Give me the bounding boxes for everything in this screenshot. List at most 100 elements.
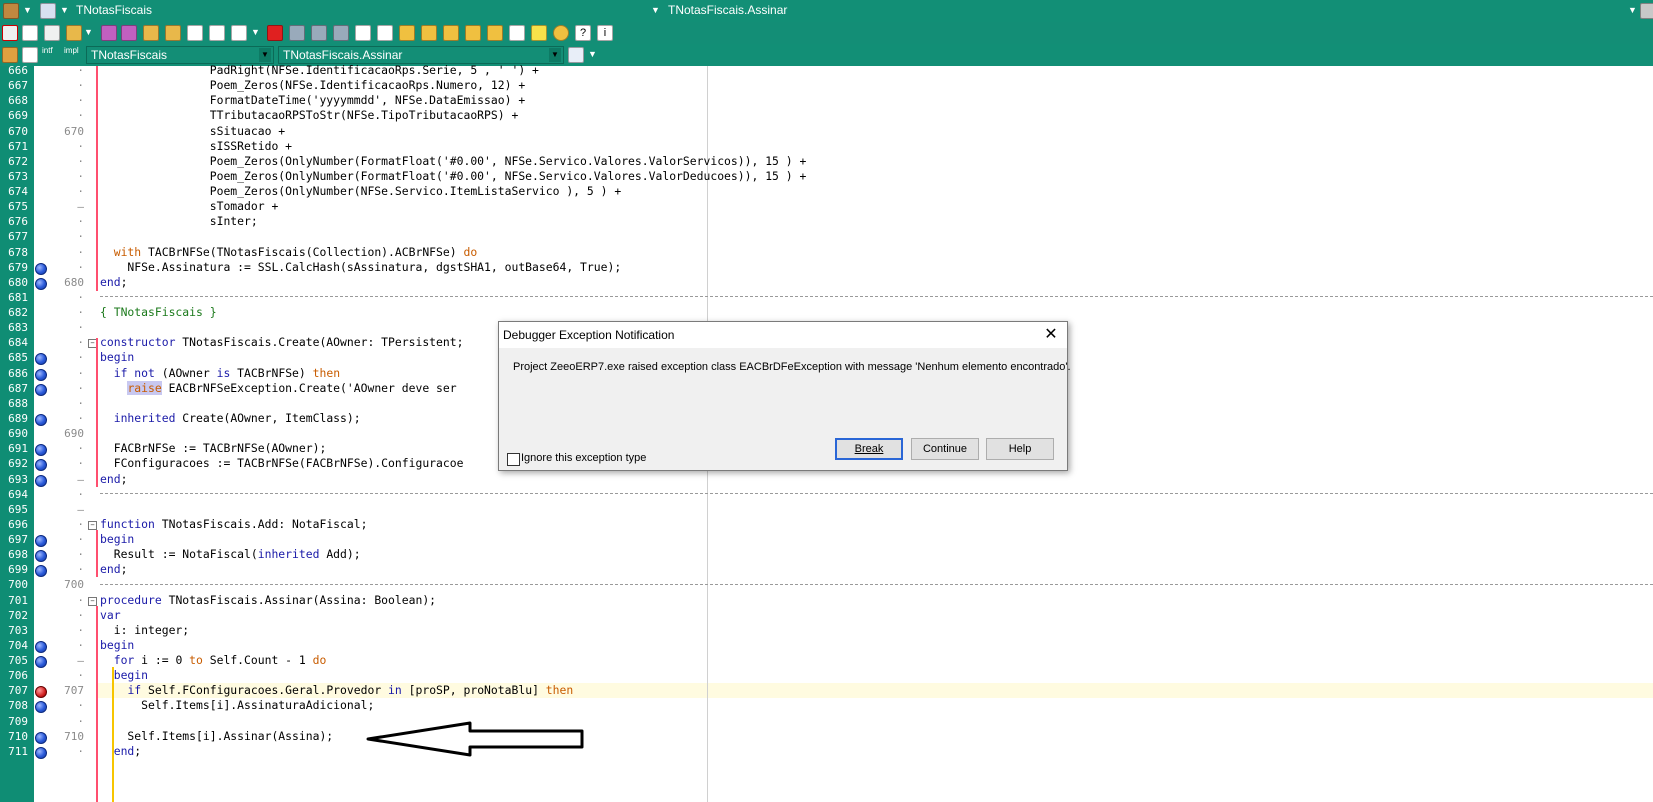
code-line[interactable]: Self.Items[i].Assinar(Assina); xyxy=(100,729,333,744)
code-line[interactable]: raise EACBrNFSeException.Create('AOwner … xyxy=(100,380,457,396)
fold-toggle-icon[interactable]: − xyxy=(88,596,97,606)
help-icon[interactable]: ? xyxy=(575,25,591,41)
code-line[interactable]: end; xyxy=(100,562,127,577)
inspect-icon[interactable] xyxy=(399,25,415,41)
chevron-down-icon[interactable]: ▼ xyxy=(23,5,32,15)
window-icon[interactable] xyxy=(40,3,56,19)
ignore-exception-checkbox[interactable] xyxy=(507,453,520,466)
breakpoint-icon[interactable] xyxy=(35,262,47,275)
class-combo[interactable]: TNotasFiscais ▼ xyxy=(86,46,274,64)
save-all-icon[interactable] xyxy=(121,25,137,41)
code-line[interactable]: Poem_Zeros(OnlyNumber(FormatFloat('#0.00… xyxy=(100,154,807,169)
code-line[interactable]: TTributacaoRPSToStr(NFSe.TipoTributacaoR… xyxy=(100,108,519,123)
info-icon[interactable]: i xyxy=(597,25,613,41)
breakpoint-icon[interactable] xyxy=(35,656,47,669)
impl-link[interactable]: impl xyxy=(64,46,79,55)
code-line[interactable]: FACBrNFSe := TACBrNFSe(AOwner); xyxy=(100,441,327,456)
new-unit-icon[interactable] xyxy=(44,25,60,41)
code-line[interactable]: end; xyxy=(100,275,127,290)
code-line[interactable]: begin xyxy=(100,638,134,653)
step-icon[interactable] xyxy=(289,25,305,41)
remove-from-project-icon[interactable] xyxy=(209,25,225,41)
close-icon[interactable]: ✕ xyxy=(1041,324,1061,344)
fold-toggle-icon[interactable]: − xyxy=(88,520,97,530)
code-line[interactable]: if not (AOwner is TACBrNFSe) then xyxy=(100,366,340,381)
breakpoint-icon[interactable] xyxy=(35,746,47,759)
code-line[interactable]: begin xyxy=(100,532,134,547)
code-line[interactable]: end; xyxy=(100,472,127,487)
breakpoint-icon[interactable] xyxy=(35,474,47,487)
code-line[interactable]: Self.Items[i].AssinaturaAdicional; xyxy=(100,698,374,713)
breakpoint-icon[interactable] xyxy=(35,383,47,396)
toggle-form-icon[interactable] xyxy=(231,25,247,41)
chevron-down-icon[interactable]: ▼ xyxy=(259,48,271,62)
new-file-icon[interactable] xyxy=(22,25,38,41)
code-line[interactable]: for i := 0 to Self.Count - 1 do xyxy=(100,653,327,668)
code-line[interactable]: i: integer; xyxy=(100,623,189,638)
code-line[interactable]: PadRight(NFSe.IdentificacaoRps.Serie, 5 … xyxy=(100,63,539,78)
tool-icon[interactable] xyxy=(509,25,525,41)
code-line[interactable]: if Self.FConfiguracoes.Geral.Provedor in… xyxy=(100,683,573,698)
breakpoint-icon[interactable] xyxy=(35,640,47,653)
code-line[interactable]: begin xyxy=(100,668,148,683)
code-line[interactable]: Poem_Zeros(NFSe.IdentificacaoRps.Numero,… xyxy=(100,78,525,93)
stop-icon[interactable] xyxy=(267,25,283,41)
code-line[interactable]: Poem_Zeros(OnlyNumber(NFSe.Servico.ItemL… xyxy=(100,184,621,199)
chevron-down-icon[interactable]: ▼ xyxy=(251,27,260,37)
code-line[interactable]: end; xyxy=(100,744,141,759)
chevron-down-icon[interactable]: ▼ xyxy=(84,27,93,37)
code-line[interactable]: FConfiguracoes := TACBrNFSe(FACBrNFSe).C… xyxy=(100,456,464,471)
gear-icon[interactable] xyxy=(553,25,569,41)
code-line[interactable]: var xyxy=(100,608,121,623)
continue-button[interactable]: Continue xyxy=(911,438,979,460)
package-icon[interactable] xyxy=(465,25,481,41)
code-line[interactable]: Poem_Zeros(OnlyNumber(FormatFloat('#0.00… xyxy=(100,169,807,184)
component-icon[interactable] xyxy=(377,25,393,41)
chevron-down-icon[interactable]: ▼ xyxy=(651,5,660,15)
code-line[interactable]: sISSRetido + xyxy=(100,139,292,154)
code-line[interactable]: sSituacao + xyxy=(100,124,285,139)
structure-icon[interactable] xyxy=(22,47,38,63)
code-line[interactable]: NFSe.Assinatura := SSL.CalcHash(sAssinat… xyxy=(100,260,621,275)
code-line[interactable]: sTomador + xyxy=(100,199,279,214)
close-file-icon[interactable] xyxy=(165,25,181,41)
bookmark-icon[interactable] xyxy=(487,25,503,41)
save-icon[interactable] xyxy=(101,25,117,41)
ignore-exception-label[interactable]: Ignore this exception type xyxy=(521,452,646,464)
step-into-icon[interactable] xyxy=(311,25,327,41)
break-button[interactable]: Break xyxy=(835,438,903,460)
code-line[interactable]: sInter; xyxy=(100,214,258,229)
code-line[interactable]: { TNotasFiscais } xyxy=(100,305,217,320)
code-line[interactable]: procedure TNotasFiscais.Assinar(Assina: … xyxy=(100,593,436,608)
help-button[interactable]: Help xyxy=(986,438,1054,460)
code-line[interactable]: begin xyxy=(100,350,134,365)
intf-link[interactable]: intf xyxy=(42,46,53,55)
code-line[interactable]: function TNotasFiscais.Add: NotaFiscal; xyxy=(100,517,367,532)
code-line[interactable]: inherited Create(AOwner, ItemClass); xyxy=(100,411,361,426)
method-combo[interactable]: TNotasFiscais.Assinar ▼ xyxy=(278,46,564,64)
code-line[interactable]: Result := NotaFiscal(inherited Add); xyxy=(100,547,361,562)
breakpoint-icon[interactable] xyxy=(35,368,47,381)
step-over-icon[interactable] xyxy=(333,25,349,41)
breakpoint-icon[interactable] xyxy=(35,413,47,426)
open-project-icon[interactable] xyxy=(143,25,159,41)
breakpoint-icon[interactable] xyxy=(35,535,47,548)
chevron-down-icon[interactable]: ▼ xyxy=(588,49,597,59)
add-to-project-icon[interactable] xyxy=(187,25,203,41)
run-to-cursor-icon[interactable] xyxy=(355,25,371,41)
class-icon[interactable] xyxy=(2,47,18,63)
chevron-down-icon[interactable]: ▼ xyxy=(60,5,69,15)
breakpoint-icon[interactable] xyxy=(35,731,47,744)
evaluate-icon[interactable] xyxy=(421,25,437,41)
project-icon[interactable] xyxy=(3,3,19,19)
open-folder-icon[interactable] xyxy=(66,25,82,41)
lifebuoy-icon[interactable] xyxy=(2,25,18,41)
code-line[interactable]: FormatDateTime('yyyymmdd', NFSe.DataEmis… xyxy=(100,93,525,108)
wrench-icon[interactable] xyxy=(1640,3,1653,19)
breakpoint-icon[interactable] xyxy=(35,277,47,290)
chevron-down-icon[interactable]: ▼ xyxy=(1628,5,1637,15)
code-line[interactable]: with TACBrNFSe(TNotasFiscais(Collection)… xyxy=(100,245,477,260)
chevron-down-icon[interactable]: ▼ xyxy=(549,48,561,62)
code-line[interactable]: constructor TNotasFiscais.Create(AOwner:… xyxy=(100,335,463,350)
note-icon[interactable] xyxy=(531,25,547,41)
